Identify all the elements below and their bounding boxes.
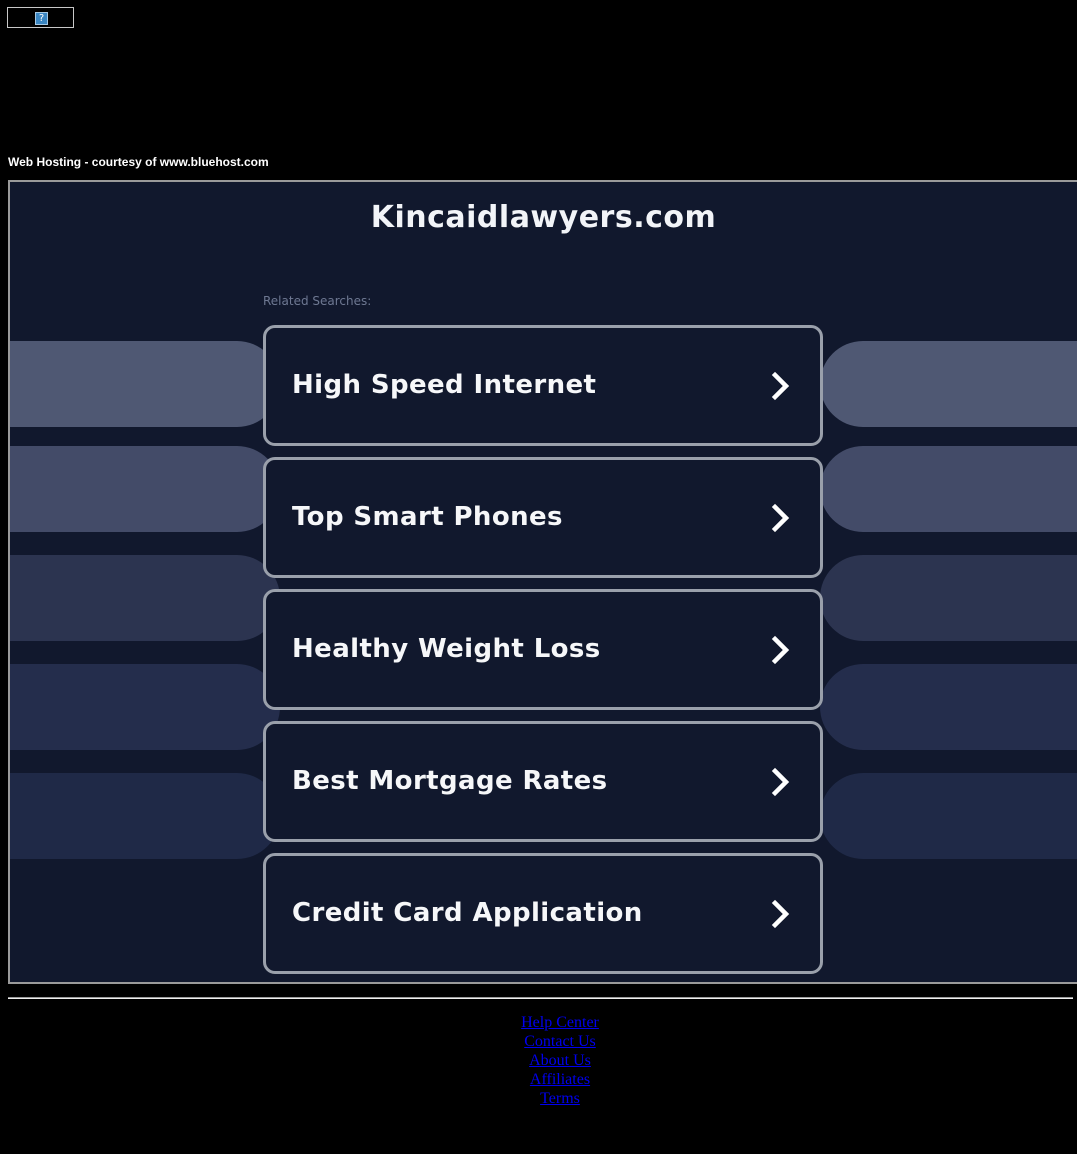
decorative-bar [10, 555, 280, 641]
footer-link-terms[interactable]: Terms [0, 1089, 1077, 1108]
footer-link-about-us[interactable]: About Us [0, 1051, 1077, 1070]
search-link-label: Healthy Weight Loss [292, 634, 601, 664]
chevron-right-icon [771, 371, 790, 401]
parked-domain-panel: Kincaidlawyers.com Related Searches: Hig… [8, 180, 1077, 984]
search-link-label: Best Mortgage Rates [292, 766, 608, 796]
related-searches-label: Related Searches: [263, 294, 372, 308]
decorative-bar [820, 341, 1077, 427]
broken-image-icon: ? [35, 12, 48, 25]
footer-link-help-center[interactable]: Help Center [0, 1013, 1077, 1032]
broken-image-placeholder: ? [7, 7, 74, 28]
footer-divider [8, 997, 1073, 999]
decorative-bar [10, 446, 280, 532]
decorative-bar [820, 446, 1077, 532]
footer-link-affiliates[interactable]: Affiliates [0, 1070, 1077, 1089]
decorative-bar [820, 773, 1077, 859]
decorative-bar [820, 664, 1077, 750]
chevron-right-icon [771, 899, 790, 929]
search-link-label: Top Smart Phones [292, 502, 563, 532]
decorative-bar [10, 341, 280, 427]
hosting-note: Web Hosting - courtesy of www.bluehost.c… [8, 155, 269, 169]
decorative-bar [10, 773, 280, 859]
search-link-top-smart-phones[interactable]: Top Smart Phones [263, 457, 823, 578]
site-title: Kincaidlawyers.com [370, 200, 717, 235]
chevron-right-icon [771, 767, 790, 797]
search-link-label: Credit Card Application [292, 898, 643, 928]
search-link-healthy-weight-loss[interactable]: Healthy Weight Loss [263, 589, 823, 710]
search-link-best-mortgage-rates[interactable]: Best Mortgage Rates [263, 721, 823, 842]
chevron-right-icon [771, 635, 790, 665]
chevron-right-icon [771, 503, 790, 533]
footer-link-contact-us[interactable]: Contact Us [0, 1032, 1077, 1051]
search-link-high-speed-internet[interactable]: High Speed Internet [263, 325, 823, 446]
search-link-credit-card-application[interactable]: Credit Card Application [263, 853, 823, 974]
search-link-label: High Speed Internet [292, 370, 597, 400]
decorative-bar [820, 555, 1077, 641]
decorative-bar [10, 664, 280, 750]
footer-links: Help Center Contact Us About Us Affiliat… [0, 1013, 1077, 1108]
